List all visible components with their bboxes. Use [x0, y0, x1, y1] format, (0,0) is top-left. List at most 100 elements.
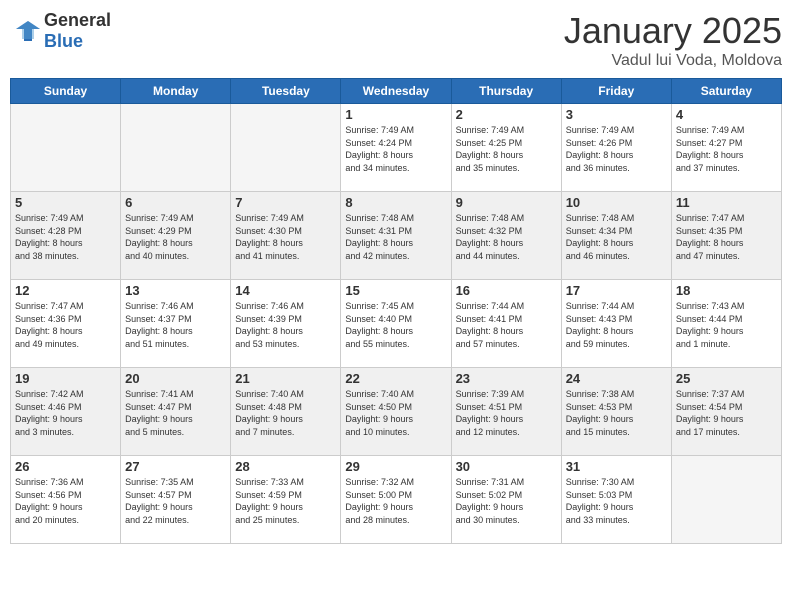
calendar-cell — [11, 104, 121, 192]
calendar-cell: 6 Sunrise: 7:49 AM Sunset: 4:29 PM Daylig… — [121, 192, 231, 280]
day-info: Sunrise: 7:49 AM Sunset: 4:25 PM Dayligh… — [456, 124, 557, 174]
calendar-cell: 11Sunrise: 7:47 AM Sunset: 4:35 PM Dayli… — [671, 192, 781, 280]
day-info: Sunrise: 7:39 AM Sunset: 4:51 PM Dayligh… — [456, 388, 557, 438]
day-number: 20 — [125, 371, 226, 386]
day-number: 17 — [566, 283, 667, 298]
day-number: 4 — [676, 107, 777, 122]
day-number: 24 — [566, 371, 667, 386]
calendar-table: SundayMondayTuesdayWednesdayThursdayFrid… — [10, 78, 782, 544]
header-day-saturday: Saturday — [671, 79, 781, 104]
calendar-cell: 7Sunrise: 7:49 AM Sunset: 4:30 PM Daylig… — [231, 192, 341, 280]
calendar-cell — [671, 456, 781, 544]
day-info: Sunrise: 7:46 AM Sunset: 4:37 PM Dayligh… — [125, 300, 226, 350]
day-info: Sunrise: 7:43 AM Sunset: 4:44 PM Dayligh… — [676, 300, 777, 350]
day-number: 25 — [676, 371, 777, 386]
calendar-cell: 14 Sunrise: 7:46 AM Sunset: 4:39 PM Dayli… — [231, 280, 341, 368]
day-info: Sunrise: 7:44 AM Sunset: 4:43 PM Dayligh… — [566, 300, 667, 350]
calendar-cell: 18 Sunrise: 7:43 AM Sunset: 4:44 PM Dayli… — [671, 280, 781, 368]
day-number: 22 — [345, 371, 446, 386]
day-info: Sunrise: 7:45 AM Sunset: 4:40 PM Dayligh… — [345, 300, 446, 350]
day-info: Sunrise: 7:40 AM Sunset: 4:48 PM Dayligh… — [235, 388, 336, 438]
calendar-cell: 15 Sunrise: 7:45 AM Sunset: 4:40 PM Dayli… — [341, 280, 451, 368]
week-row-2: 5 Sunrise: 7:49 AM Sunset: 4:28 PM Daylig… — [11, 192, 782, 280]
day-number: 21 — [235, 371, 336, 386]
day-info: Sunrise: 7:49 AM Sunset: 4:28 PM Dayligh… — [15, 212, 116, 262]
day-number: 6 — [125, 195, 226, 210]
day-number: 5 — [15, 195, 116, 210]
calendar-cell — [231, 104, 341, 192]
calendar-cell: 30Sunrise: 7:31 AM Sunset: 5:02 PM Dayli… — [451, 456, 561, 544]
day-number: 2 — [456, 107, 557, 122]
day-info: Sunrise: 7:37 AM Sunset: 4:54 PM Dayligh… — [676, 388, 777, 438]
calendar-cell: 3 Sunrise: 7:49 AM Sunset: 4:26 PM Daylig… — [561, 104, 671, 192]
calendar-cell: 27Sunrise: 7:35 AM Sunset: 4:57 PM Dayli… — [121, 456, 231, 544]
calendar-cell: 10Sunrise: 7:48 AM Sunset: 4:34 PM Dayli… — [561, 192, 671, 280]
calendar-cell: 9 Sunrise: 7:48 AM Sunset: 4:32 PM Daylig… — [451, 192, 561, 280]
week-row-3: 12Sunrise: 7:47 AM Sunset: 4:36 PM Dayli… — [11, 280, 782, 368]
week-row-1: 1 Sunrise: 7:49 AM Sunset: 4:24 PM Daylig… — [11, 104, 782, 192]
day-number: 27 — [125, 459, 226, 474]
header-day-friday: Friday — [561, 79, 671, 104]
day-number: 16 — [456, 283, 557, 298]
day-number: 9 — [456, 195, 557, 210]
day-number: 3 — [566, 107, 667, 122]
day-number: 13 — [125, 283, 226, 298]
logo-text: General Blue — [44, 10, 111, 52]
day-number: 11 — [676, 195, 777, 210]
day-info: Sunrise: 7:48 AM Sunset: 4:32 PM Dayligh… — [456, 212, 557, 262]
day-info: Sunrise: 7:49 AM Sunset: 4:26 PM Dayligh… — [566, 124, 667, 174]
header-day-monday: Monday — [121, 79, 231, 104]
day-number: 15 — [345, 283, 446, 298]
header-day-tuesday: Tuesday — [231, 79, 341, 104]
calendar-cell: 20 Sunrise: 7:41 AM Sunset: 4:47 PM Dayli… — [121, 368, 231, 456]
calendar-cell: 5 Sunrise: 7:49 AM Sunset: 4:28 PM Daylig… — [11, 192, 121, 280]
day-info: Sunrise: 7:31 AM Sunset: 5:02 PM Dayligh… — [456, 476, 557, 526]
day-number: 29 — [345, 459, 446, 474]
calendar-cell: 1 Sunrise: 7:49 AM Sunset: 4:24 PM Daylig… — [341, 104, 451, 192]
logo: General Blue — [10, 10, 111, 52]
day-number: 19 — [15, 371, 116, 386]
calendar-cell: 23 Sunrise: 7:39 AM Sunset: 4:51 PM Dayli… — [451, 368, 561, 456]
day-info: Sunrise: 7:49 AM Sunset: 4:29 PM Dayligh… — [125, 212, 226, 262]
day-info: Sunrise: 7:49 AM Sunset: 4:27 PM Dayligh… — [676, 124, 777, 174]
day-number: 10 — [566, 195, 667, 210]
day-number: 26 — [15, 459, 116, 474]
calendar-cell — [121, 104, 231, 192]
logo-general: General — [44, 10, 111, 30]
day-info: Sunrise: 7:36 AM Sunset: 4:56 PM Dayligh… — [15, 476, 116, 526]
title-area: January 2025 Vadul lui Voda, Moldova — [564, 10, 782, 70]
day-info: Sunrise: 7:32 AM Sunset: 5:00 PM Dayligh… — [345, 476, 446, 526]
calendar-cell: 19 Sunrise: 7:42 AM Sunset: 4:46 PM Dayli… — [11, 368, 121, 456]
logo-blue: Blue — [44, 31, 83, 51]
day-number: 31 — [566, 459, 667, 474]
day-info: Sunrise: 7:42 AM Sunset: 4:46 PM Dayligh… — [15, 388, 116, 438]
day-number: 8 — [345, 195, 446, 210]
day-number: 7 — [235, 195, 336, 210]
day-number: 1 — [345, 107, 446, 122]
location-title: Vadul lui Voda, Moldova — [564, 52, 782, 70]
day-info: Sunrise: 7:40 AM Sunset: 4:50 PM Dayligh… — [345, 388, 446, 438]
calendar-cell: 8 Sunrise: 7:48 AM Sunset: 4:31 PM Daylig… — [341, 192, 451, 280]
calendar-cell: 25 Sunrise: 7:37 AM Sunset: 4:54 PM Dayli… — [671, 368, 781, 456]
day-info: Sunrise: 7:30 AM Sunset: 5:03 PM Dayligh… — [566, 476, 667, 526]
day-number: 28 — [235, 459, 336, 474]
day-info: Sunrise: 7:41 AM Sunset: 4:47 PM Dayligh… — [125, 388, 226, 438]
day-number: 14 — [235, 283, 336, 298]
calendar-cell: 24 Sunrise: 7:38 AM Sunset: 4:53 PM Dayli… — [561, 368, 671, 456]
calendar-cell: 28 Sunrise: 7:33 AM Sunset: 4:59 PM Dayli… — [231, 456, 341, 544]
day-info: Sunrise: 7:49 AM Sunset: 4:24 PM Dayligh… — [345, 124, 446, 174]
calendar-cell: 2 Sunrise: 7:49 AM Sunset: 4:25 PM Daylig… — [451, 104, 561, 192]
calendar-cell: 4 Sunrise: 7:49 AM Sunset: 4:27 PM Daylig… — [671, 104, 781, 192]
calendar-cell: 13 Sunrise: 7:46 AM Sunset: 4:37 PM Dayli… — [121, 280, 231, 368]
day-info: Sunrise: 7:38 AM Sunset: 4:53 PM Dayligh… — [566, 388, 667, 438]
day-number: 18 — [676, 283, 777, 298]
day-number: 23 — [456, 371, 557, 386]
calendar-cell: 26 Sunrise: 7:36 AM Sunset: 4:56 PM Dayli… — [11, 456, 121, 544]
calendar-cell: 12Sunrise: 7:47 AM Sunset: 4:36 PM Dayli… — [11, 280, 121, 368]
day-info: Sunrise: 7:33 AM Sunset: 4:59 PM Dayligh… — [235, 476, 336, 526]
day-info: Sunrise: 7:48 AM Sunset: 4:31 PM Dayligh… — [345, 212, 446, 262]
calendar-cell: 17 Sunrise: 7:44 AM Sunset: 4:43 PM Dayli… — [561, 280, 671, 368]
day-info: Sunrise: 7:46 AM Sunset: 4:39 PM Dayligh… — [235, 300, 336, 350]
month-title: January 2025 — [564, 10, 782, 52]
header-day-thursday: Thursday — [451, 79, 561, 104]
